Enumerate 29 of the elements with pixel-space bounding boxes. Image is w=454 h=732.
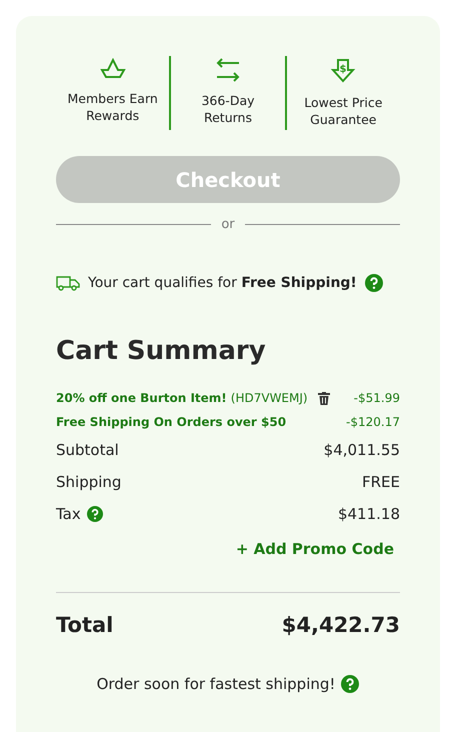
help-icon[interactable]	[341, 675, 360, 693]
perk-label: Lowest Price Guarantee	[303, 94, 384, 128]
discount-amount: -$51.99	[354, 391, 400, 405]
swap-arrows-icon	[214, 58, 241, 82]
add-promo-code-link[interactable]: + Add Promo Code	[236, 540, 394, 558]
summary-value: $411.18	[338, 505, 400, 523]
total-value: $4,422.73	[282, 613, 400, 637]
perk-label: 366-Day Returns	[200, 92, 256, 126]
truck-icon	[56, 275, 80, 291]
summary-label: Subtotal	[56, 441, 119, 459]
help-icon[interactable]	[86, 506, 103, 522]
summary-value: FREE	[362, 473, 400, 491]
summary-label: Shipping	[56, 473, 122, 491]
crown-icon	[100, 58, 126, 80]
cart-summary-title: Cart Summary	[56, 336, 267, 366]
summary-value: $4,011.55	[324, 441, 400, 459]
or-text: or	[221, 217, 235, 232]
discount-label: 20% off one Burton Item!	[56, 391, 227, 405]
price-arrow-icon: $	[330, 58, 356, 84]
shipping-note: Order soon for fastest shipping!	[96, 675, 336, 693]
discount-amount: -$120.17	[346, 415, 400, 429]
help-icon[interactable]	[364, 274, 383, 292]
summary-label: Tax	[56, 505, 81, 523]
discount-label: Free Shipping On Orders over $50	[56, 415, 286, 429]
trash-icon[interactable]	[318, 392, 330, 404]
free-shipping-notice: Your cart qualifies for Free Shipping!	[88, 275, 357, 291]
perk-label: Members Earn Rewards	[66, 90, 159, 124]
total-label: Total	[56, 613, 114, 637]
promo-code: (HD7VWEMJ)	[230, 391, 308, 405]
